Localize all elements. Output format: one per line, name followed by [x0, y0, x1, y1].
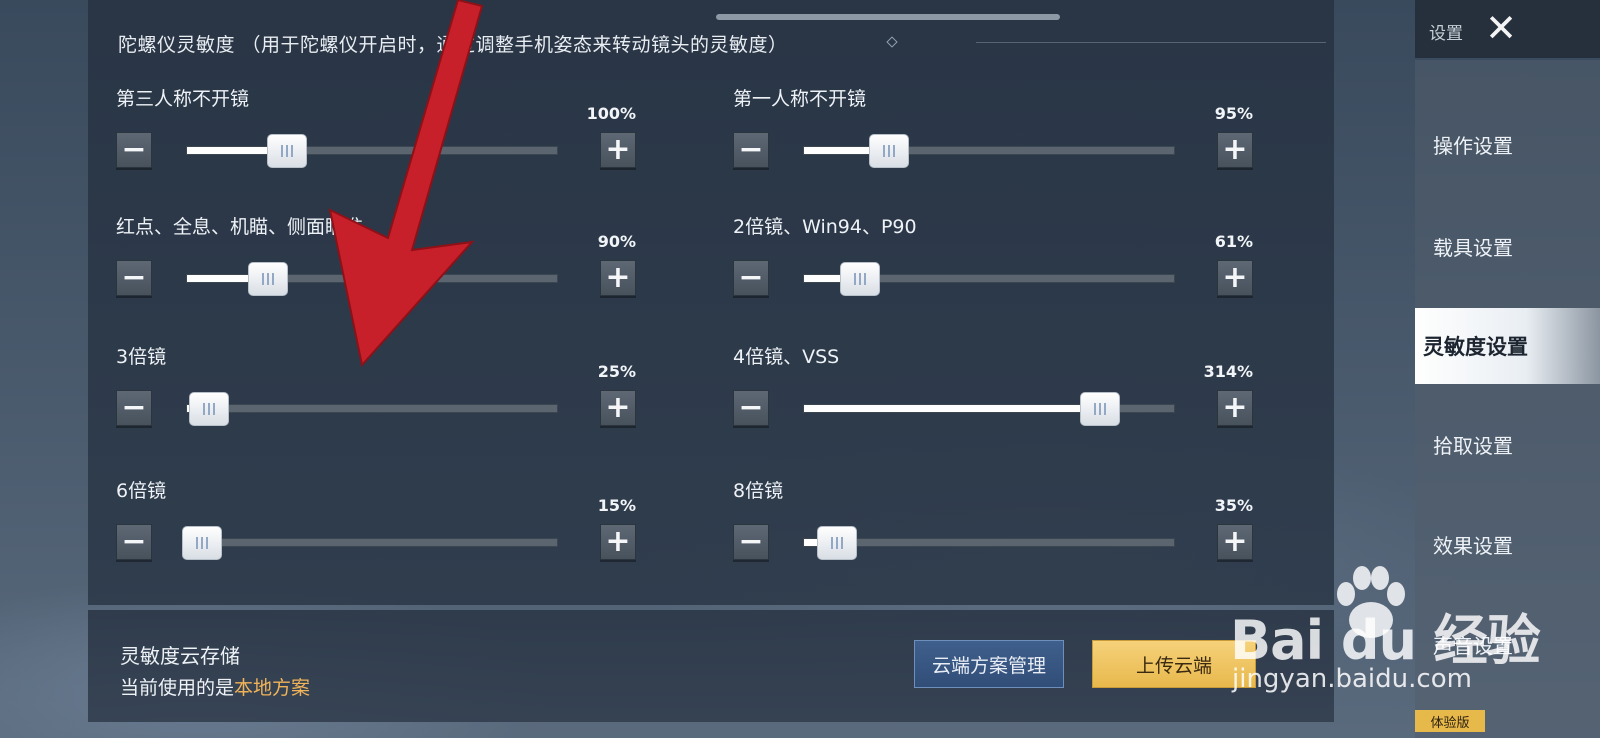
slider-fill: [804, 405, 1100, 412]
decrease-button[interactable]: −: [733, 260, 769, 296]
increase-button[interactable]: +: [600, 524, 636, 560]
decrease-button[interactable]: −: [733, 132, 769, 168]
slider-cell: 8倍镜 35% − +: [733, 476, 1253, 576]
slider-track[interactable]: [803, 392, 1175, 426]
slider-label: 红点、全息、机瞄、侧面瞄准: [116, 216, 364, 238]
slider-label: 4倍镜、VSS: [733, 346, 840, 368]
diamond-ornament-icon: [886, 36, 898, 48]
slider-track[interactable]: [803, 262, 1175, 296]
slider-track[interactable]: [186, 262, 558, 296]
sensitivity-panel: 陀螺仪灵敏度 （用于陀螺仪开启时，通过调整手机姿态来转动镜头的灵敏度） 第三人称…: [88, 0, 1334, 605]
upload-cloud-button[interactable]: 上传云端: [1092, 640, 1256, 688]
slider-cell: 4倍镜、VSS 314% − +: [733, 342, 1253, 442]
slider-label: 8倍镜: [733, 480, 784, 502]
slider-thumb[interactable]: [839, 262, 880, 296]
slider-percent: 90%: [597, 232, 636, 251]
slider-thumb[interactable]: [869, 134, 910, 168]
panel-drag-handle[interactable]: [716, 14, 1060, 20]
close-icon[interactable]: ✕: [1481, 8, 1521, 48]
slider-label: 2倍镜、Win94、P90: [733, 216, 917, 238]
slider-cell: 2倍镜、Win94、P90 61% − +: [733, 212, 1253, 312]
sidebar-item-sound[interactable]: 声音设置: [1415, 606, 1600, 682]
slider-cell: 3倍镜 25% − +: [116, 342, 636, 442]
slider-label: 6倍镜: [116, 480, 167, 502]
current-scheme-prefix: 当前使用的是: [120, 677, 235, 699]
settings-sidebar: 操作设置 载具设置 灵敏度设置 拾取设置 效果设置 声音设置: [1415, 60, 1600, 738]
slider-label: 3倍镜: [116, 346, 167, 368]
sidebar-item-vehicle[interactable]: 载具设置: [1415, 208, 1600, 284]
baidu-paw-icon: [1337, 566, 1405, 638]
slider-percent: 15%: [597, 496, 636, 515]
decrease-button[interactable]: −: [116, 390, 152, 426]
increase-button[interactable]: +: [600, 260, 636, 296]
slider-percent: 100%: [586, 104, 636, 123]
experience-version-badge: 体验版: [1415, 710, 1485, 732]
slider-percent: 35%: [1214, 496, 1253, 515]
slider-percent: 314%: [1203, 362, 1253, 381]
decrease-button[interactable]: −: [733, 524, 769, 560]
slider-cell: 第一人称不开镜 95% − +: [733, 84, 1253, 184]
slider-thumb[interactable]: [1080, 392, 1120, 426]
cloud-storage-title: 灵敏度云存储: [120, 644, 240, 668]
slider-track[interactable]: [186, 134, 558, 168]
slider-track[interactable]: [803, 134, 1175, 168]
slider-track[interactable]: [181, 526, 558, 560]
increase-button[interactable]: +: [600, 390, 636, 426]
game-settings-screen: 陀螺仪灵敏度 （用于陀螺仪开启时，通过调整手机姿态来转动镜头的灵敏度） 第三人称…: [0, 0, 1600, 738]
slider-percent: 61%: [1214, 232, 1253, 251]
slider-cell: 6倍镜 15% − +: [116, 476, 636, 576]
sidebar-item-effects[interactable]: 效果设置: [1415, 506, 1600, 582]
sidebar-item-controls[interactable]: 操作设置: [1415, 106, 1600, 182]
cloud-scheme-manage-button[interactable]: 云端方案管理: [914, 640, 1064, 688]
sidebar-header: 设置 ✕: [1415, 0, 1600, 58]
decrease-button[interactable]: −: [116, 132, 152, 168]
slider-thumb[interactable]: [266, 134, 307, 168]
slider-thumb[interactable]: [817, 526, 858, 560]
increase-button[interactable]: +: [1217, 524, 1253, 560]
decrease-button[interactable]: −: [733, 390, 769, 426]
slider-thumb[interactable]: [181, 526, 222, 560]
section-title: 陀螺仪灵敏度 （用于陀螺仪开启时，通过调整手机姿态来转动镜头的灵敏度）: [118, 34, 788, 56]
slider-label: 第三人称不开镜: [116, 88, 250, 110]
slider-thumb[interactable]: [189, 392, 230, 426]
sidebar-item-pickup[interactable]: 拾取设置: [1415, 406, 1600, 482]
cloud-storage-bar: 灵敏度云存储 当前使用的是本地方案 云端方案管理 上传云端: [88, 610, 1334, 722]
slider-label: 第一人称不开镜: [733, 88, 867, 110]
decrease-button[interactable]: −: [116, 260, 152, 296]
slider-percent: 95%: [1214, 104, 1253, 123]
increase-button[interactable]: +: [600, 132, 636, 168]
increase-button[interactable]: +: [1217, 260, 1253, 296]
decrease-button[interactable]: −: [116, 524, 152, 560]
current-scheme-text: 当前使用的是本地方案: [120, 673, 310, 700]
header-divider: [976, 42, 1326, 43]
settings-title: 设置: [1429, 24, 1463, 44]
slider-cell: 红点、全息、机瞄、侧面瞄准 90% − +: [116, 212, 636, 312]
slider-percent: 25%: [597, 362, 636, 381]
slider-thumb[interactable]: [248, 262, 289, 296]
current-scheme-value: 本地方案: [234, 677, 311, 699]
increase-button[interactable]: +: [1217, 390, 1253, 426]
slider-track[interactable]: [803, 526, 1175, 560]
increase-button[interactable]: +: [1217, 132, 1253, 168]
slider-track[interactable]: [186, 392, 558, 426]
sidebar-item-sensitivity[interactable]: 灵敏度设置: [1415, 308, 1600, 384]
slider-cell: 第三人称不开镜 100% − +: [116, 84, 636, 184]
